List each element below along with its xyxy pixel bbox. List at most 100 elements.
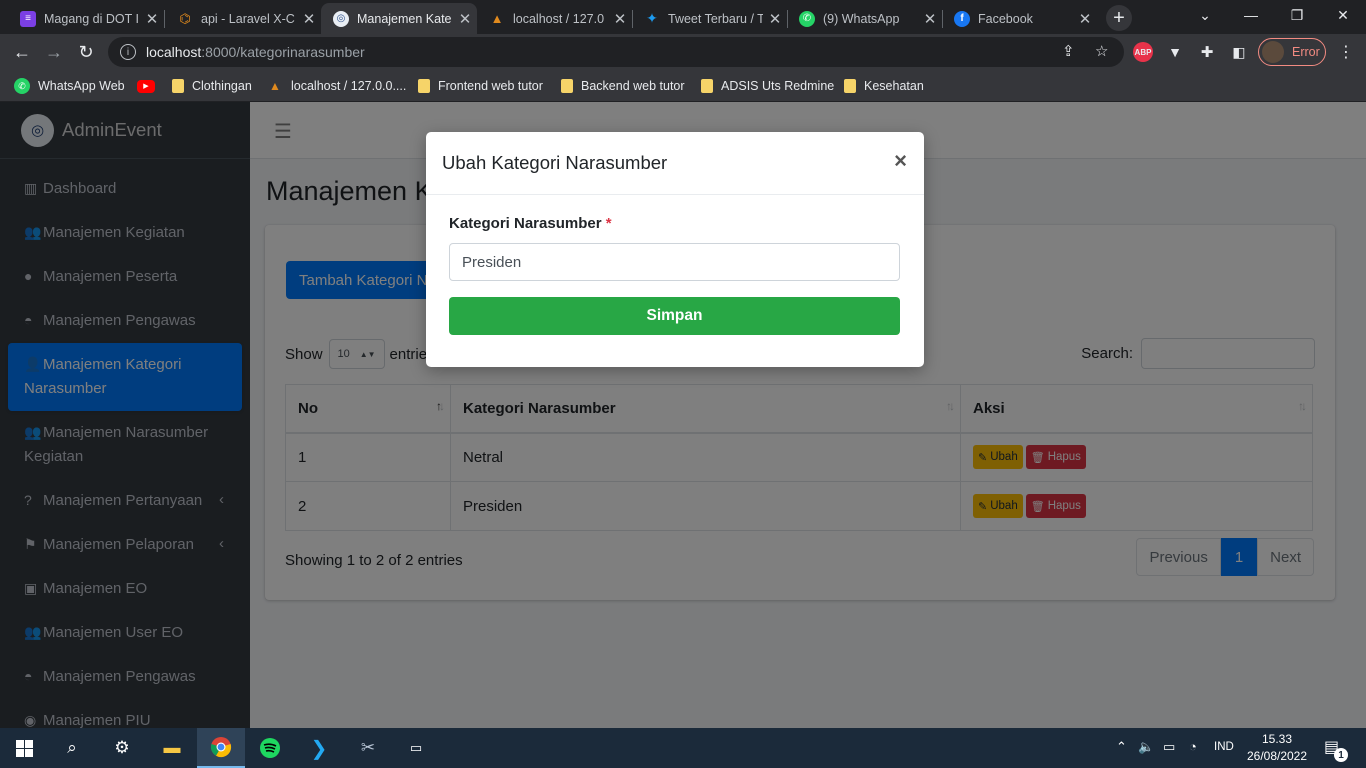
restore-icon[interactable]: ❐ bbox=[1274, 0, 1320, 30]
forward-icon[interactable]: → bbox=[40, 38, 68, 66]
tab-favicon-icon: ▲ bbox=[490, 11, 504, 26]
bookmark-folder-adsis[interactable]: ADSIS Uts Redmine bbox=[701, 76, 834, 96]
tab-favicon-icon: ⌬ bbox=[179, 10, 191, 26]
profile-error-label: Error bbox=[1292, 45, 1320, 59]
browser-tab[interactable]: ▲ localhost / 127.0 ✕ bbox=[477, 3, 632, 34]
browser-tab[interactable]: ≡ Magang di DOT I ✕ bbox=[8, 3, 164, 34]
side-panel-icon[interactable]: ◧ bbox=[1229, 42, 1249, 62]
share-icon[interactable]: ⇪ bbox=[1062, 42, 1075, 60]
new-tab-button[interactable]: + bbox=[1106, 5, 1132, 31]
bookmark-star-icon[interactable]: ☆ bbox=[1095, 42, 1108, 60]
whatsapp-icon: ✆ bbox=[14, 78, 30, 94]
bookmark-whatsapp-web[interactable]: ✆ WhatsApp Web bbox=[14, 76, 125, 96]
browser-tab[interactable]: ⌬ api - Laravel X-C ✕ bbox=[165, 3, 321, 34]
tab-close-icon[interactable]: ✕ bbox=[297, 10, 321, 28]
browser-tab-active[interactable]: ◎ Manajemen Kate ✕ bbox=[321, 3, 477, 34]
tab-title: Manajemen Kate bbox=[357, 11, 452, 26]
folder-icon bbox=[844, 79, 856, 93]
tab-title: Facebook bbox=[978, 11, 1033, 26]
tab-close-icon[interactable]: ✕ bbox=[608, 10, 632, 28]
folder-icon bbox=[418, 79, 430, 93]
tab-close-icon[interactable]: ✕ bbox=[140, 10, 164, 28]
windows-taskbar: ⌕ ⚙ ▬ ❯ ✂ ▭ ⌃ 🔈 ▭ ◔ IND 15.33 26/08/2022… bbox=[0, 728, 1366, 768]
clock-date: 26/08/2022 bbox=[1246, 749, 1308, 763]
extensions-puzzle-icon[interactable]: ✚ bbox=[1197, 42, 1217, 62]
tray-chevron-up-icon[interactable]: ⌃ bbox=[1116, 739, 1127, 755]
url-path: :8000/kategorinarasumber bbox=[201, 44, 365, 60]
kategori-field-label: Kategori Narasumber * bbox=[449, 215, 612, 232]
tab-close-icon[interactable]: ✕ bbox=[453, 10, 477, 28]
windows-start-icon[interactable] bbox=[0, 728, 48, 768]
browser-tab[interactable]: ✦ Tweet Terbaru / T ✕ bbox=[632, 3, 787, 34]
bookmark-label: Backend web tutor bbox=[581, 79, 685, 93]
bookmark-label: WhatsApp Web bbox=[38, 79, 125, 93]
folder-icon bbox=[172, 79, 184, 93]
terminal-icon[interactable]: ▭ bbox=[392, 728, 440, 768]
tab-close-icon[interactable]: ✕ bbox=[1073, 10, 1097, 28]
modal-header: Ubah Kategori Narasumber × bbox=[426, 132, 924, 195]
chrome-icon[interactable] bbox=[197, 728, 245, 768]
adblock-icon[interactable]: ABP bbox=[1133, 42, 1153, 62]
bookmark-label: ADSIS Uts Redmine bbox=[721, 79, 835, 93]
browser-toolbar: ← → ↻ i localhost:8000/kategorinarasumbe… bbox=[0, 34, 1366, 70]
minimize-icon[interactable]: — bbox=[1228, 0, 1274, 30]
bookmark-folder-frontend[interactable]: Frontend web tutor bbox=[418, 76, 543, 96]
bookmark-folder-kesehatan[interactable]: Kesehatan bbox=[844, 76, 924, 96]
bookmark-label: Frontend web tutor bbox=[438, 79, 543, 93]
vscode-icon[interactable]: ❯ bbox=[295, 728, 343, 768]
youtube-icon: ▶ bbox=[137, 79, 155, 93]
address-bar[interactable]: i localhost:8000/kategorinarasumber bbox=[108, 37, 1124, 67]
tab-search-icon[interactable]: ⌄ bbox=[1182, 0, 1228, 30]
vuetify-extension-icon[interactable]: ▼ bbox=[1165, 42, 1185, 62]
url-host: localhost bbox=[146, 44, 202, 60]
reload-icon[interactable]: ↻ bbox=[72, 38, 100, 66]
tab-close-icon[interactable]: ✕ bbox=[918, 10, 942, 28]
search-icon[interactable]: ⌕ bbox=[48, 728, 96, 768]
tab-title: Tweet Terbaru / T bbox=[668, 11, 763, 26]
volume-icon[interactable]: 🔈 bbox=[1138, 739, 1154, 755]
kategori-input[interactable]: Presiden bbox=[449, 243, 900, 281]
snipping-tool-icon[interactable]: ✂ bbox=[344, 728, 392, 768]
modal-title: Ubah Kategori Narasumber bbox=[442, 152, 668, 173]
tab-favicon-icon: ◎ bbox=[333, 10, 349, 27]
back-icon[interactable]: ← bbox=[8, 38, 36, 66]
tab-close-icon[interactable]: ✕ bbox=[763, 10, 787, 28]
notification-count-badge: 1 bbox=[1334, 748, 1348, 762]
tab-favicon-icon: ✦ bbox=[646, 10, 658, 26]
tab-favicon-icon: f bbox=[954, 10, 970, 27]
bookmarks-bar: ✆ WhatsApp Web ▶ Clothingan ▲ localhost … bbox=[0, 70, 1366, 102]
file-explorer-icon[interactable]: ▬ bbox=[148, 728, 196, 768]
save-button[interactable]: Simpan bbox=[449, 297, 900, 335]
browser-tab-strip: ≡ Magang di DOT I ✕ ⌬ api - Laravel X-C … bbox=[0, 0, 1366, 34]
tab-title: Magang di DOT I bbox=[44, 11, 139, 26]
language-indicator[interactable]: IND bbox=[1214, 741, 1234, 753]
battery-icon[interactable]: ▭ bbox=[1163, 739, 1175, 755]
profile-error-button[interactable]: Error bbox=[1258, 38, 1326, 66]
clock-time: 15.33 bbox=[1261, 732, 1293, 746]
close-window-icon[interactable]: ✕ bbox=[1320, 0, 1366, 30]
tab-title: localhost / 127.0 bbox=[513, 11, 605, 26]
bookmark-phpmyadmin[interactable]: ▲ localhost / 127.0.0.... bbox=[267, 76, 406, 96]
wifi-icon[interactable]: ◔ bbox=[1189, 739, 1197, 754]
browser-tab[interactable]: ✆ (9) WhatsApp ✕ bbox=[787, 3, 942, 34]
spotify-icon[interactable] bbox=[246, 728, 294, 768]
bookmark-youtube[interactable]: ▶ bbox=[137, 76, 163, 96]
tab-title: api - Laravel X-C bbox=[201, 11, 295, 26]
chrome-menu-icon[interactable]: ⋮ bbox=[1336, 42, 1356, 62]
tab-favicon-icon: ≡ bbox=[20, 10, 36, 27]
bookmark-label: Clothingan bbox=[192, 79, 252, 93]
bookmark-folder-clothingan[interactable]: Clothingan bbox=[172, 76, 252, 96]
folder-icon bbox=[561, 79, 573, 93]
site-info-icon[interactable]: i bbox=[120, 44, 136, 60]
bookmark-label: Kesehatan bbox=[864, 79, 924, 93]
required-mark: * bbox=[605, 215, 612, 232]
avatar bbox=[1262, 41, 1284, 63]
browser-tab[interactable]: f Facebook ✕ bbox=[942, 3, 1097, 34]
close-icon[interactable]: × bbox=[894, 148, 907, 174]
edit-kategori-modal: Ubah Kategori Narasumber × Kategori Nara… bbox=[426, 132, 924, 367]
folder-icon bbox=[701, 79, 713, 93]
system-clock[interactable]: 15.33 26/08/2022 bbox=[1246, 731, 1308, 765]
phpmyadmin-icon: ▲ bbox=[269, 79, 281, 93]
bookmark-folder-backend[interactable]: Backend web tutor bbox=[561, 76, 685, 96]
settings-gear-icon[interactable]: ⚙ bbox=[98, 728, 146, 768]
